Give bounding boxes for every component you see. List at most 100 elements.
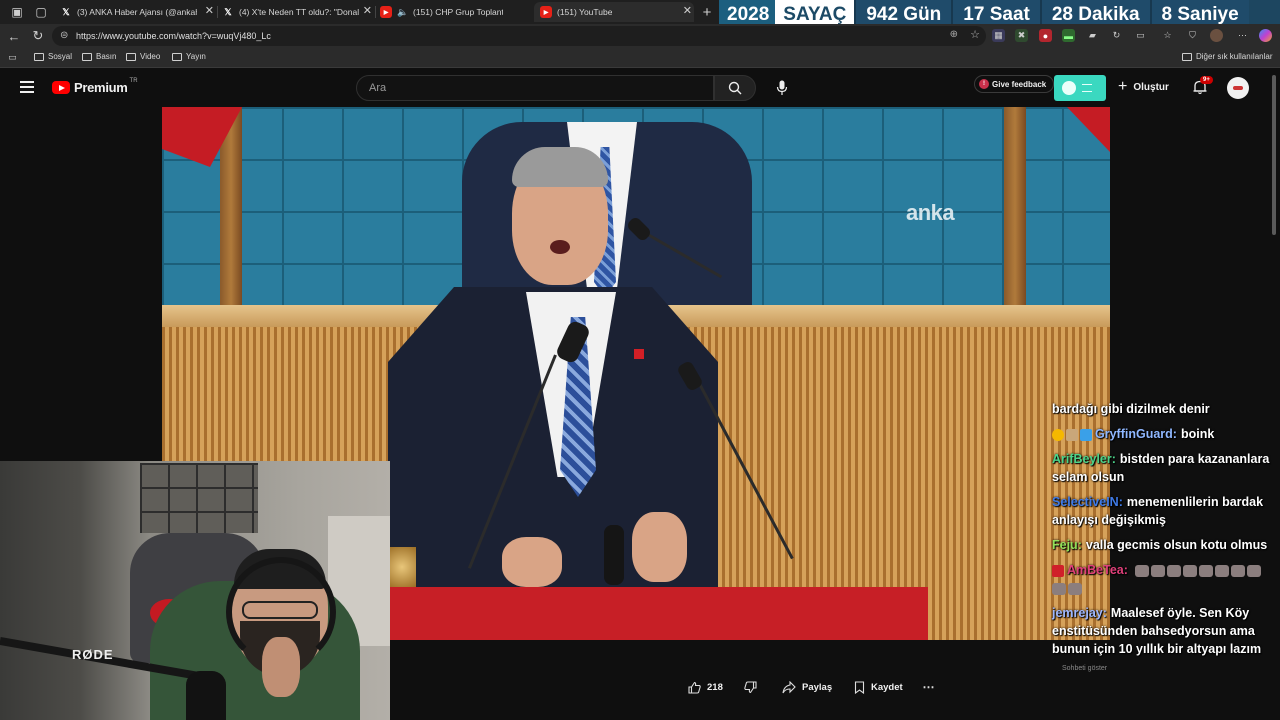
tab-title: (151) YouTube <box>557 7 613 17</box>
url-text: https://www.youtube.com/watch?v=wuqVj480… <box>76 31 271 41</box>
chat-emote-icon <box>1151 564 1166 577</box>
site-info-icon[interactable]: ⊜ <box>60 30 68 41</box>
share-icon <box>782 680 796 693</box>
extension-toggle-widget[interactable] <box>1054 75 1106 101</box>
search-icon <box>728 81 742 95</box>
feedback-label: Give feedback <box>992 79 1047 89</box>
workspaces-icon[interactable]: ▣ <box>9 4 25 20</box>
tab-youtube-active[interactable]: ▶ (151) YouTube ✕ <box>534 2 694 22</box>
close-tab-icon[interactable]: ✕ <box>363 4 372 17</box>
logo-country-code: TR <box>129 77 138 84</box>
scrollbar-thumb[interactable] <box>1272 75 1276 235</box>
profile-icon[interactable] <box>1210 29 1223 42</box>
bookmark-folder-yayin[interactable]: Yayın <box>172 52 206 61</box>
other-favorites[interactable]: Diğer sık kullanılanlar <box>1182 52 1272 61</box>
chat-username: SelectiveIN: <box>1052 495 1123 509</box>
microphone-icon <box>776 80 788 95</box>
like-button[interactable]: 218 <box>688 676 723 698</box>
favorites-icon[interactable]: ☆ <box>1161 29 1174 42</box>
speaker-audio-icon[interactable]: 🔈 <box>397 6 409 18</box>
chat-message: ArifBeyler: bistden para kazananlara sela… <box>1052 450 1274 486</box>
search-placeholder: Ara <box>369 82 387 94</box>
chat-badges <box>1052 564 1064 577</box>
shield-icon[interactable]: ⛉ <box>1186 29 1199 42</box>
folder-icon <box>126 52 136 61</box>
youtube-header: Premium TR Ara ! Give feedback + Oluştur… <box>0 69 1280 107</box>
chat-emote-icon <box>1167 564 1182 577</box>
voice-search-button[interactable] <box>770 76 794 100</box>
youtube-play-icon <box>52 81 70 94</box>
plus-icon: + <box>1118 78 1128 95</box>
chat-emote-icon <box>1135 564 1150 577</box>
back-icon[interactable]: ← <box>6 28 22 44</box>
close-tab-icon[interactable]: ✕ <box>683 4 692 17</box>
stream-chat-overlay: bardağı gibi dizilmek denir GryffinGuard… <box>1052 392 1274 720</box>
copilot-icon[interactable] <box>1259 29 1272 42</box>
extension-icon[interactable]: ✖ <box>1015 29 1028 42</box>
folder-icon <box>1182 52 1192 61</box>
chat-emote-icon <box>1247 564 1262 577</box>
extension-icon[interactable]: ● <box>1039 29 1052 42</box>
extension-icon[interactable]: ▬ <box>1062 29 1075 42</box>
bookmark-folder-sosyal[interactable]: Sosyal <box>34 52 72 61</box>
create-label: Oluştur <box>1133 81 1169 93</box>
bookmark-label: Basın <box>96 52 117 61</box>
new-tab-icon[interactable]: + <box>699 4 715 21</box>
x-icon: 𝕏 <box>224 6 232 17</box>
search-button[interactable] <box>714 75 756 101</box>
page-scrollbar[interactable] <box>1271 69 1278 720</box>
youtube-icon: ▶ <box>380 6 392 18</box>
chat-emote-icon <box>1215 564 1230 577</box>
folder-icon <box>172 52 182 61</box>
favorite-star-icon[interactable]: ☆ <box>970 28 980 41</box>
tab-chp-video[interactable]: ▶ 🔈 (151) CHP Grup Toplantısı / <box>380 2 530 22</box>
save-button[interactable]: Kaydet <box>854 676 903 698</box>
bookmarks-bar: ▭ Sosyal Basın Video Yayın Diğer sık kul… <box>0 48 1280 68</box>
chat-badges <box>1052 428 1092 441</box>
bookmark-icon <box>854 680 865 694</box>
youtube-premium-logo[interactable]: Premium TR <box>52 77 138 95</box>
extension-icon[interactable]: ▦ <box>992 29 1005 42</box>
chat-message: Feju: valla gecmis olsun kotu olmus <box>1052 536 1274 554</box>
app-available-icon[interactable]: ⊕ <box>950 29 958 40</box>
bookmark-label: Sosyal <box>48 52 73 61</box>
reading-view-icon[interactable]: ▭ <box>6 51 19 64</box>
create-button[interactable]: + Oluştur <box>1118 79 1169 95</box>
webcam-wall-frames <box>140 463 258 533</box>
browser-toolbar: ← ↻ ⊜ https://www.youtube.com/watch?v=wu… <box>0 24 1280 48</box>
bookmark-folder-basin[interactable]: Basın <box>82 52 116 61</box>
share-button[interactable]: Paylaş <box>782 676 832 698</box>
streamer-webcam-overlay: RØDE <box>0 461 390 720</box>
more-menu-icon[interactable]: ⋯ <box>1236 29 1249 42</box>
menu-icon[interactable] <box>20 81 34 93</box>
extension-icon[interactable]: ▰ <box>1086 29 1099 42</box>
give-feedback-button[interactable]: ! Give feedback <box>974 75 1055 93</box>
chat-badge-icon <box>1052 428 1064 441</box>
search-input[interactable]: Ara <box>356 75 714 101</box>
chat-message: AmBeTea: <box>1052 561 1274 597</box>
notifications-button[interactable]: 9+ <box>1192 76 1213 97</box>
thumbs-up-icon <box>688 681 701 694</box>
reload-icon[interactable]: ↻ <box>30 28 46 44</box>
video-speaker-mouth <box>550 240 570 254</box>
chat-emote-icon <box>1199 564 1214 577</box>
share-label: Paylaş <box>802 681 833 693</box>
address-bar[interactable]: ⊜ https://www.youtube.com/watch?v=wuqVj4… <box>52 26 986 46</box>
close-tab-icon[interactable]: ✕ <box>205 4 214 17</box>
more-actions-button[interactable]: ⋯ <box>922 676 935 698</box>
account-avatar[interactable] <box>1227 77 1249 99</box>
tab-x-trending[interactable]: 𝕏 (4) X'te Neden TT oldu?: "Donald ✕ <box>222 2 374 22</box>
save-label: Kaydet <box>871 681 903 693</box>
tab-anka-x[interactable]: 𝕏 (3) ANKA Haber Ajansı (@ankahe ✕ <box>60 2 216 22</box>
folder-icon <box>34 52 44 61</box>
tab-title: (4) X'te Neden TT oldu?: "Donald <box>239 7 359 17</box>
chat-username: ArifBeyler: <box>1052 452 1116 466</box>
tab-actions-icon[interactable]: ▢ <box>33 4 49 20</box>
webcam-microphone <box>186 671 226 720</box>
sync-icon[interactable]: ↻ <box>1110 29 1123 42</box>
chat-message-text: valla gecmis olsun kotu olmus <box>1085 538 1268 552</box>
toggle-knob <box>1062 81 1076 95</box>
dislike-button[interactable] <box>744 676 757 698</box>
split-screen-icon[interactable]: ▭ <box>1134 29 1147 42</box>
bookmark-folder-video[interactable]: Video <box>126 52 160 61</box>
